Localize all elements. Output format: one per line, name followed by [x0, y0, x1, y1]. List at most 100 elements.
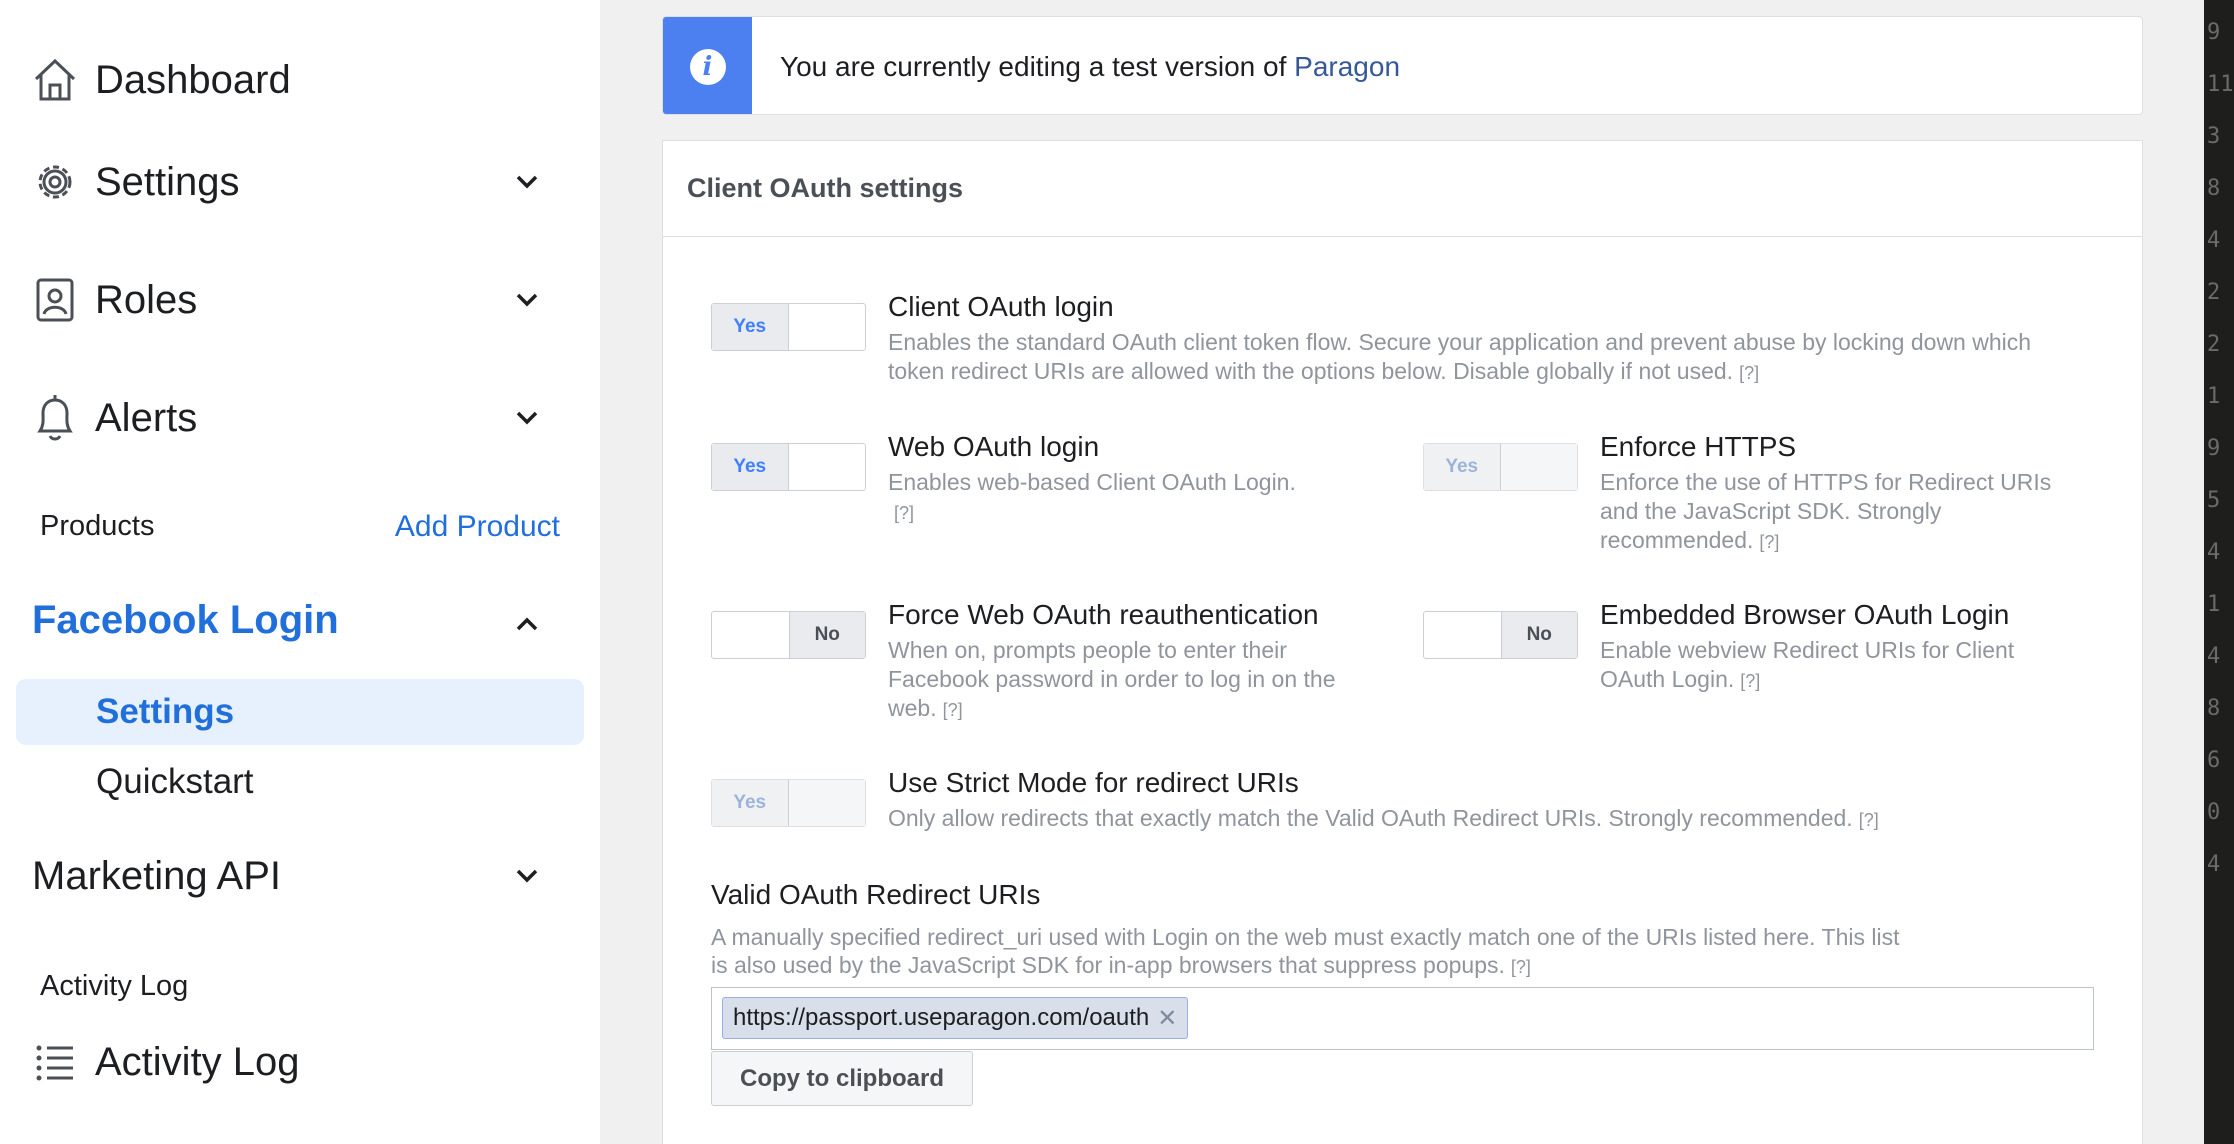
line-number: 2: [2207, 332, 2221, 357]
line-number: 11: [2207, 72, 2234, 97]
nav-roles[interactable]: Roles: [0, 260, 600, 340]
help-link[interactable]: [?]: [1740, 671, 1760, 691]
enforce-https-toggle[interactable]: Yes: [1423, 443, 1578, 491]
setting-description: Enable webview Redirect URIs for Client …: [1600, 636, 2080, 696]
setting-description-text: Enforce the use of HTTPS for Redirect UR…: [1600, 469, 2052, 553]
help-link[interactable]: [?]: [1759, 532, 1779, 552]
copy-to-clipboard-button[interactable]: Copy to clipboard: [711, 1051, 973, 1106]
line-number: 2: [2207, 280, 2221, 305]
line-number: 9: [2207, 436, 2221, 461]
nav-alerts-label: Alerts: [95, 395, 198, 440]
client-oauth-panel: Client OAuth settings Yes Client OAuth l…: [662, 140, 2143, 1144]
toggle-state: Yes: [1424, 444, 1501, 490]
toggle-on-half: [1424, 612, 1501, 658]
line-number: 1: [2207, 592, 2221, 617]
embedded-browser-toggle[interactable]: No: [1423, 611, 1578, 659]
help-link[interactable]: [?]: [943, 700, 963, 720]
app-link[interactable]: Paragon: [1294, 51, 1400, 82]
setting-title: Use Strict Mode for redirect URIs: [888, 767, 1299, 798]
nav-alerts[interactable]: Alerts: [0, 378, 600, 458]
redirect-uris-description-text: A manually specified redirect_uri used w…: [711, 924, 1900, 978]
add-product-link[interactable]: Add Product: [395, 510, 560, 544]
chevron-down-icon[interactable]: [512, 403, 542, 433]
redirect-uris-title: Valid OAuth Redirect URIs: [711, 879, 1041, 910]
gear-icon: [30, 157, 80, 207]
web-oauth-login-toggle[interactable]: Yes: [711, 443, 866, 491]
help-link[interactable]: [?]: [1511, 957, 1531, 977]
toggle-state: Yes: [712, 780, 789, 826]
chevron-up-icon[interactable]: [512, 609, 542, 639]
nav-settings[interactable]: Settings: [0, 142, 600, 222]
sidebar: Dashboard Settings Roles Alerts Products…: [0, 0, 600, 1144]
force-reauth-toggle[interactable]: No: [711, 611, 866, 659]
redirect-uris-input[interactable]: https://passport.useparagon.com/oauth ✕: [711, 987, 2094, 1050]
line-number: 8: [2207, 176, 2221, 201]
setting-description-text: Enables the standard OAuth client token …: [888, 329, 2032, 384]
line-number-gutter: 9 11 3 8 4 2 2 1 9 5 4 1 4 8 6 0 4: [2204, 0, 2234, 1144]
nav-fb-settings-label: Settings: [96, 692, 235, 731]
toggle-state: Yes: [712, 304, 789, 350]
line-number: 8: [2207, 696, 2221, 721]
toggle-state: No: [1500, 612, 1577, 658]
nav-fb-quickstart[interactable]: Quickstart: [16, 749, 584, 815]
bell-icon: [30, 393, 80, 443]
setting-description: When on, prompts people to enter their F…: [888, 636, 1368, 725]
help-link[interactable]: [?]: [894, 503, 914, 523]
line-number: 9: [2207, 20, 2221, 45]
info-icon: i: [689, 48, 726, 85]
setting-title: Enforce HTTPS: [1600, 431, 1797, 462]
client-oauth-login-toggle[interactable]: Yes: [711, 303, 866, 351]
notice-icon-area: i: [663, 17, 752, 114]
toggle-on-half: [712, 612, 789, 658]
notice-message: You are currently editing a test version…: [780, 51, 1295, 82]
strict-mode-toggle[interactable]: Yes: [711, 779, 866, 827]
line-number: 0: [2207, 800, 2221, 825]
line-number: 6: [2207, 748, 2221, 773]
remove-token-icon[interactable]: ✕: [1157, 1004, 1177, 1033]
setting-description: Enables web-based Client OAuth Login. [?]: [888, 468, 1368, 528]
help-link[interactable]: [?]: [1859, 810, 1879, 830]
chevron-down-icon[interactable]: [512, 167, 542, 197]
line-number: 4: [2207, 228, 2221, 253]
redirect-uri-token[interactable]: https://passport.useparagon.com/oauth ✕: [722, 997, 1189, 1039]
nav-fb-settings[interactable]: Settings: [16, 679, 584, 745]
nav-fb-quickstart-label: Quickstart: [96, 762, 254, 801]
toggle-off-half: [789, 304, 866, 350]
toggle-state: Yes: [712, 444, 789, 490]
panel-title: Client OAuth settings: [687, 173, 963, 203]
nav-activity-log[interactable]: Activity Log: [0, 1022, 600, 1102]
redirect-uris-description: A manually specified redirect_uri used w…: [711, 923, 1911, 981]
setting-title: Client OAuth login: [888, 291, 1114, 322]
products-heading: Products: [40, 510, 155, 542]
toggle-off-half: [789, 444, 866, 490]
setting-description: Only allow redirects that exactly match …: [888, 804, 2088, 835]
redirect-uri-value: https://passport.useparagon.com/oauth: [733, 1004, 1150, 1031]
line-number: 4: [2207, 852, 2221, 877]
setting-title: Embedded Browser OAuth Login: [1600, 599, 2010, 630]
nav-dashboard[interactable]: Dashboard: [0, 40, 600, 120]
house-icon: [30, 55, 80, 105]
toggle-state: No: [788, 612, 865, 658]
notice-text: You are currently editing a test version…: [780, 51, 1400, 83]
setting-title: Force Web OAuth reauthentication: [888, 599, 1319, 630]
line-number: 1: [2207, 384, 2221, 409]
test-version-notice: i You are currently editing a test versi…: [662, 16, 2143, 115]
nav-marketing-api[interactable]: Marketing API: [0, 836, 600, 916]
nav-roles-label: Roles: [95, 277, 198, 322]
chevron-down-icon[interactable]: [512, 861, 542, 891]
line-number: 5: [2207, 488, 2221, 513]
nav-facebook-login[interactable]: Facebook Login: [32, 598, 339, 643]
setting-description-text: Only allow redirects that exactly match …: [888, 805, 1853, 831]
nav-settings-label: Settings: [95, 159, 240, 204]
nav-marketing-api-label: Marketing API: [32, 853, 282, 898]
list-icon: [30, 1037, 80, 1087]
setting-description: Enables the standard OAuth client token …: [888, 328, 2068, 388]
nav-activity-log-label: Activity Log: [95, 1039, 300, 1084]
setting-title: Web OAuth login: [888, 431, 1100, 462]
setting-description-text: Enables web-based Client OAuth Login.: [888, 469, 1296, 495]
id-badge-icon: [30, 275, 80, 325]
help-link[interactable]: [?]: [1739, 363, 1759, 383]
chevron-down-icon[interactable]: [512, 285, 542, 315]
line-number: 3: [2207, 124, 2221, 149]
panel-header: Client OAuth settings: [663, 141, 2142, 237]
